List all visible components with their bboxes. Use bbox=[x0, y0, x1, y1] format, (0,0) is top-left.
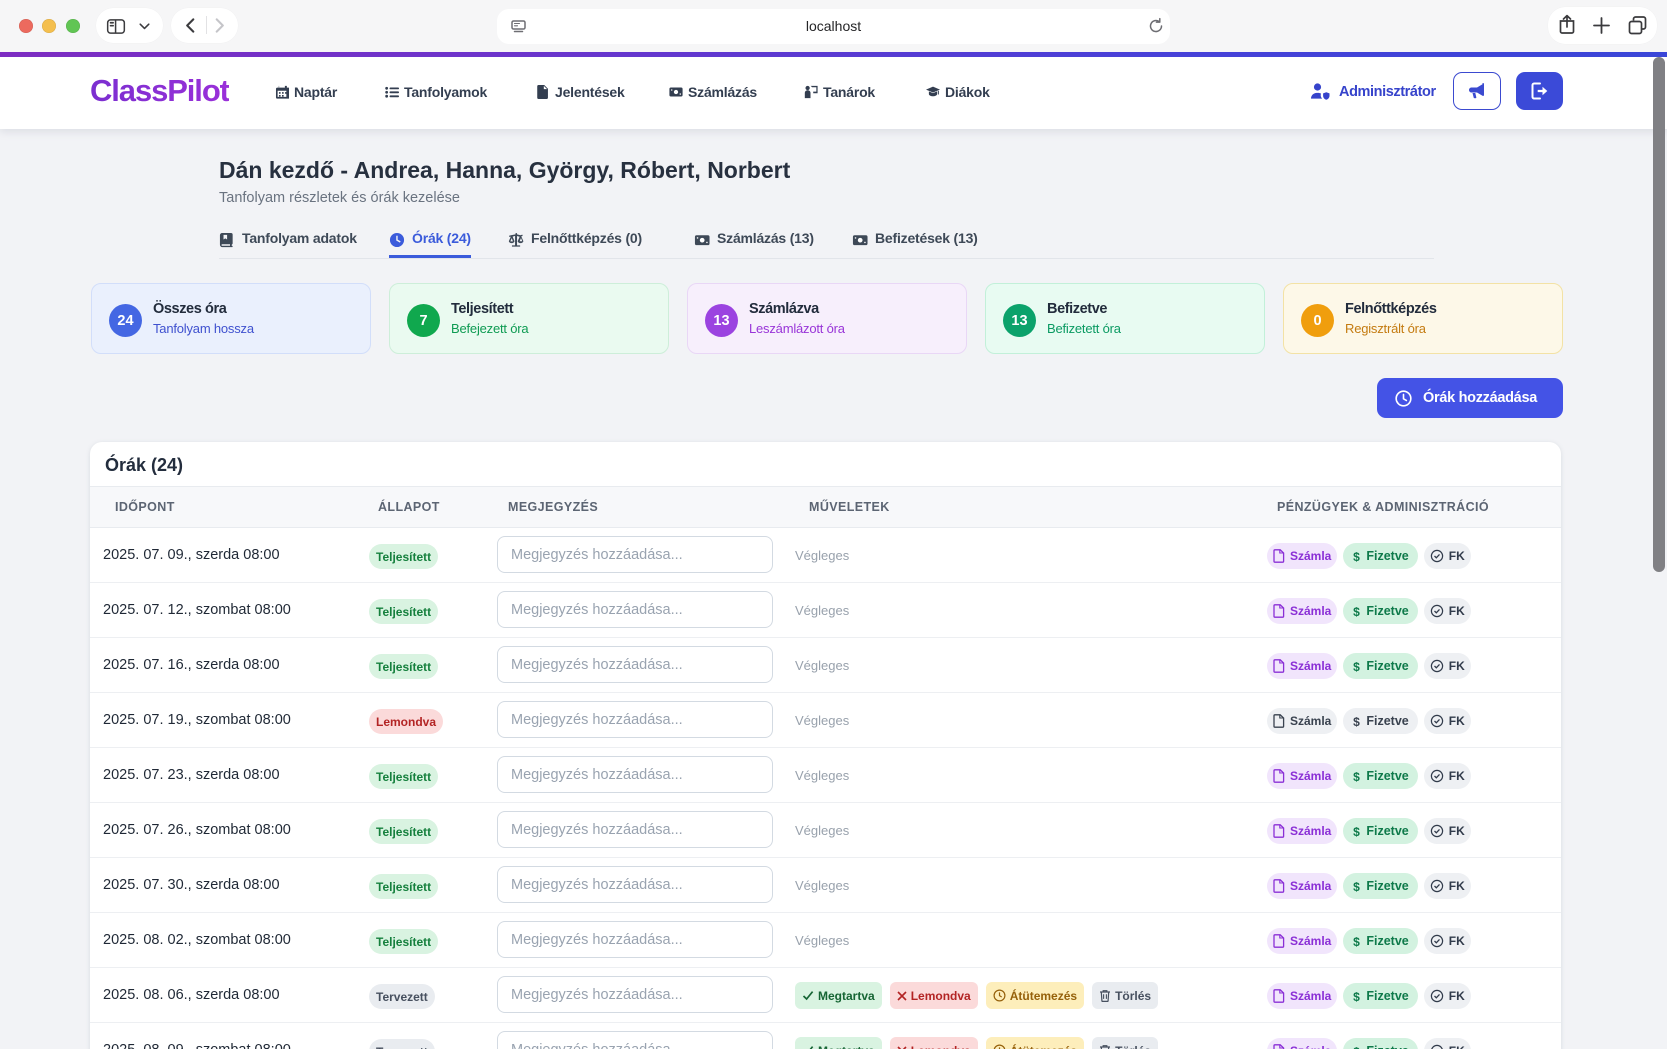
svg-text:$: $ bbox=[1354, 935, 1361, 948]
svg-text:$: $ bbox=[1354, 660, 1361, 673]
svg-text:$: $ bbox=[1354, 550, 1361, 563]
svg-text:$: $ bbox=[1354, 770, 1361, 783]
svg-text:$: $ bbox=[1354, 825, 1361, 838]
svg-text:$: $ bbox=[1354, 990, 1361, 1003]
svg-text:$: $ bbox=[1354, 715, 1361, 728]
svg-text:$: $ bbox=[1354, 880, 1361, 893]
svg-text:$: $ bbox=[1354, 605, 1361, 618]
svg-text:$: $ bbox=[1354, 1045, 1361, 1049]
